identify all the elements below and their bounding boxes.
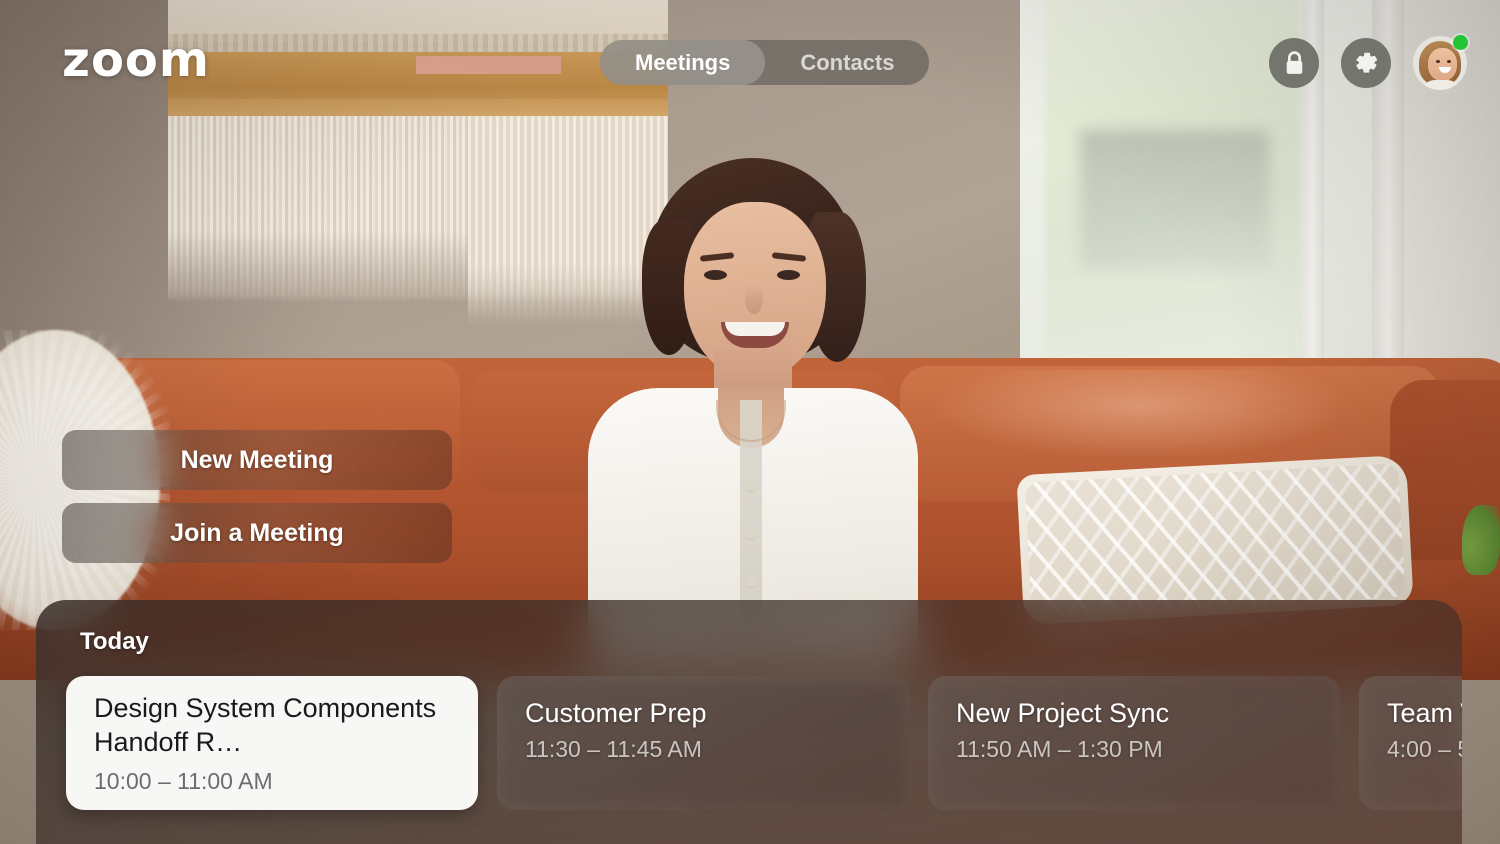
- lock-button[interactable]: [1269, 38, 1319, 88]
- top-right-controls: [1269, 35, 1468, 90]
- profile-avatar-button[interactable]: [1413, 35, 1468, 90]
- zoom-home-screen: zoom Meetings Contacts New Meeting Join …: [0, 0, 1500, 844]
- new-meeting-button[interactable]: New Meeting: [62, 430, 452, 490]
- meeting-card[interactable]: Team Wee 4:00 – 5:00: [1359, 676, 1462, 810]
- meeting-time: 11:50 AM – 1:30 PM: [956, 735, 1163, 762]
- meeting-time: 4:00 – 5:00: [1387, 735, 1462, 762]
- tab-contacts[interactable]: Contacts: [765, 40, 929, 85]
- meeting-card-list[interactable]: Design System Components Handoff R… 10:0…: [66, 676, 1462, 810]
- status-badge: [1453, 35, 1468, 50]
- main-nav: Meetings Contacts: [600, 40, 930, 85]
- meeting-card[interactable]: Design System Components Handoff R… 10:0…: [66, 676, 478, 810]
- schedule-section-title: Today: [80, 628, 149, 655]
- meeting-card[interactable]: Customer Prep 11:30 – 11:45 AM: [497, 676, 909, 810]
- meeting-title: Design System Components Handoff R…: [94, 693, 437, 757]
- gear-icon: [1356, 52, 1378, 73]
- meeting-card[interactable]: New Project Sync 11:50 AM – 1:30 PM: [928, 676, 1340, 810]
- meeting-time: 10:00 – 11:00 AM: [94, 767, 273, 794]
- meeting-title: Customer Prep: [525, 698, 707, 728]
- settings-button[interactable]: [1341, 38, 1391, 88]
- primary-actions: New Meeting Join a Meeting: [62, 430, 452, 576]
- tab-meetings[interactable]: Meetings: [600, 40, 766, 85]
- lock-icon: [1286, 50, 1302, 74]
- meeting-time: 11:30 – 11:45 AM: [525, 735, 702, 762]
- meeting-title: New Project Sync: [956, 698, 1170, 728]
- schedule-sheet: Today Design System Components Handoff R…: [36, 600, 1462, 844]
- join-meeting-button[interactable]: Join a Meeting: [62, 503, 452, 563]
- meeting-title: Team Wee: [1387, 698, 1462, 728]
- zoom-logo: zoom: [62, 32, 210, 88]
